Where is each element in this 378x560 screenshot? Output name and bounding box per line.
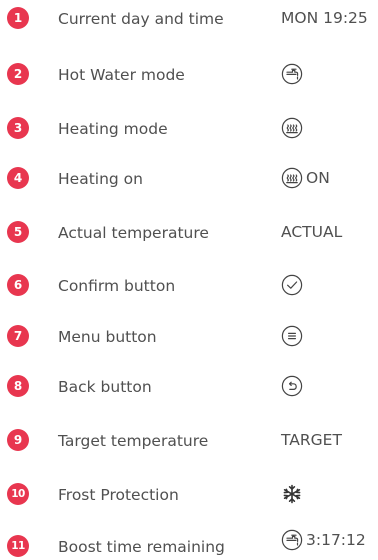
legend-value: MON 19:25 bbox=[281, 6, 368, 30]
legend-value bbox=[281, 116, 303, 140]
legend-value bbox=[281, 374, 303, 398]
hot-water-tap-icon bbox=[281, 529, 303, 551]
legend-label: Back button bbox=[58, 378, 152, 396]
legend-label: Actual temperature bbox=[58, 224, 209, 242]
legend-value bbox=[281, 482, 303, 506]
number-badge: 10 bbox=[7, 483, 29, 505]
legend-label: Current day and time bbox=[58, 10, 224, 28]
legend-label: Boost time remaining bbox=[58, 538, 225, 556]
number-badge: 2 bbox=[7, 63, 29, 85]
legend-row-1: 1 Current day and time MON 19:25 bbox=[0, 6, 378, 32]
icon-legend: 1 Current day and time MON 19:25 2 Hot W… bbox=[0, 0, 378, 559]
heating-on-text: ON bbox=[306, 169, 330, 187]
radiator-icon bbox=[281, 167, 303, 189]
legend-label: Target temperature bbox=[58, 432, 209, 450]
number-badge: 7 bbox=[7, 325, 29, 347]
legend-row-7: 7 Menu button bbox=[0, 324, 378, 350]
number-badge: 5 bbox=[7, 221, 29, 243]
number-badge: 6 bbox=[7, 274, 29, 296]
legend-row-8: 8 Back button bbox=[0, 374, 378, 400]
legend-value: 3:17:12 bbox=[281, 528, 366, 552]
number-badge: 3 bbox=[7, 117, 29, 139]
legend-value: TARGET bbox=[281, 428, 342, 452]
legend-value: ACTUAL bbox=[281, 220, 342, 244]
target-text: TARGET bbox=[281, 431, 342, 449]
legend-label: Confirm button bbox=[58, 277, 176, 295]
legend-row-11: 11 Boost time remaining 3:17:12 bbox=[0, 529, 378, 560]
number-badge: 9 bbox=[7, 429, 29, 451]
menu-circle-icon bbox=[281, 325, 303, 347]
legend-row-2: 2 Hot Water mode bbox=[0, 62, 378, 88]
radiator-icon bbox=[281, 117, 303, 139]
legend-value bbox=[281, 324, 303, 348]
legend-label: Heating mode bbox=[58, 120, 168, 138]
legend-row-9: 9 Target temperature TARGET bbox=[0, 428, 378, 454]
number-badge: 8 bbox=[7, 375, 29, 397]
number-badge: 4 bbox=[7, 167, 29, 189]
legend-value bbox=[281, 62, 303, 86]
number-badge: 11 bbox=[7, 535, 29, 557]
snowflake-icon bbox=[281, 483, 303, 505]
legend-value bbox=[281, 273, 303, 297]
legend-row-6: 6 Confirm button bbox=[0, 273, 378, 299]
legend-label: Hot Water mode bbox=[58, 66, 185, 84]
legend-label: Menu button bbox=[58, 328, 157, 346]
actual-text: ACTUAL bbox=[281, 223, 343, 241]
legend-row-5: 5 Actual temperature ACTUAL bbox=[0, 220, 378, 246]
number-badge: 1 bbox=[7, 7, 29, 29]
check-circle-icon bbox=[281, 274, 303, 296]
day-time-text: MON 19:25 bbox=[281, 9, 368, 27]
legend-row-10: 10 Frost Protection bbox=[0, 482, 378, 508]
legend-row-4: 4 Heating on ON bbox=[0, 166, 378, 192]
boost-time-text: 3:17:12 bbox=[306, 531, 366, 549]
back-arrow-circle-icon bbox=[281, 375, 303, 397]
legend-value: ON bbox=[281, 166, 330, 190]
legend-label: Heating on bbox=[58, 170, 143, 188]
legend-row-3: 3 Heating mode bbox=[0, 116, 378, 142]
hot-water-tap-icon bbox=[281, 63, 303, 85]
legend-label: Frost Protection bbox=[58, 486, 179, 504]
